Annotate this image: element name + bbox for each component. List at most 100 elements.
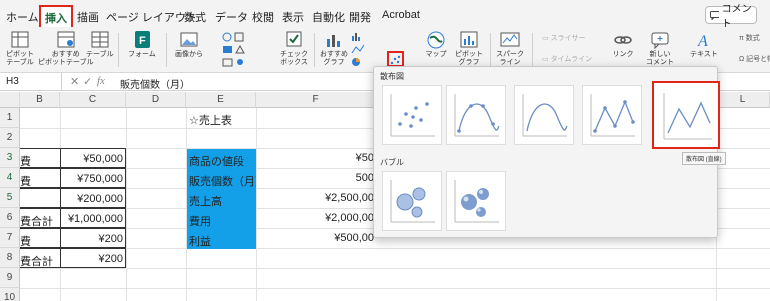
scatter-option-straight-lines[interactable] <box>652 81 720 149</box>
row-header-7[interactable]: 7 <box>0 228 20 248</box>
svg-text:F: F <box>139 35 146 47</box>
scatter-chart-dropdown[interactable] <box>387 51 404 67</box>
slicer-button[interactable]: ▭ スライサー <box>542 33 586 43</box>
cell-e5[interactable]: 売上高 <box>187 189 256 209</box>
ribbon-separator <box>118 33 119 67</box>
name-box[interactable]: H3 <box>0 73 62 91</box>
cell-b5[interactable] <box>20 188 61 208</box>
text-icon: A <box>697 33 708 50</box>
cell-c5[interactable]: ¥200,000 <box>60 188 126 208</box>
timeline-label: タイムライン <box>550 56 593 63</box>
tab-view[interactable]: 表示 <box>282 9 304 25</box>
link-icon <box>614 36 632 44</box>
checkbox-button[interactable]: チェック ボックス <box>280 30 308 67</box>
svg-text:A: A <box>697 33 708 50</box>
formula-value[interactable]: 販売個数（月） <box>120 76 190 91</box>
column-header-b[interactable]: B <box>20 92 60 108</box>
tab-review[interactable]: 校閲 <box>252 9 274 25</box>
pivot-chart-button[interactable]: ピボット グラフ <box>455 30 483 67</box>
column-header-d[interactable]: D <box>126 92 186 108</box>
cell-b7[interactable]: 費 <box>20 228 61 248</box>
cell-f7[interactable]: ¥500,00 <box>256 228 376 248</box>
scatter-smooth-lines-icon <box>522 94 568 137</box>
grid-line <box>20 288 770 289</box>
row-header-9[interactable]: 9 <box>0 268 20 288</box>
cell-f5[interactable]: ¥2,500,00 <box>256 188 376 208</box>
recommended-charts-label: おすすめ グラフ <box>320 51 348 66</box>
column-header-e[interactable]: E <box>186 92 256 108</box>
table-button[interactable]: テーブル <box>86 30 114 59</box>
cell-b3[interactable]: 費 <box>20 148 61 168</box>
recommended-charts-button[interactable]: おすすめ グラフ <box>320 30 348 67</box>
text-button[interactable]: A テキスト <box>690 30 718 59</box>
tab-draw[interactable]: 描画 <box>77 9 99 25</box>
scatter-option-markers[interactable] <box>382 85 442 145</box>
ribbon-separator <box>166 33 167 67</box>
pivot-table-button[interactable]: ピボット テーブル <box>6 30 34 67</box>
grid-line <box>126 108 127 301</box>
symbol-button[interactable]: Ω 記号と特殊文字 <box>739 54 770 64</box>
comment-button[interactable]: コメント <box>705 4 757 30</box>
cell-f3[interactable]: ¥50 <box>256 148 376 168</box>
maps-button[interactable]: マップ <box>425 30 447 59</box>
row-header-5[interactable]: 5 <box>0 188 20 208</box>
column-header-f[interactable]: F <box>256 92 376 108</box>
cell-c4[interactable]: ¥750,000 <box>60 168 126 188</box>
cell-e1[interactable]: ☆売上表 <box>189 108 269 128</box>
select-all-corner[interactable] <box>0 92 20 108</box>
column-header-l[interactable]: L <box>716 92 770 108</box>
cell-f4[interactable]: 500 <box>256 168 376 188</box>
tab-developer[interactable]: 開発 <box>349 9 371 25</box>
link-label: リンク <box>612 51 634 58</box>
image-button[interactable]: 画像から <box>175 30 203 59</box>
ribbon-separator <box>532 33 533 67</box>
bubble-3d-icon <box>454 180 499 223</box>
cell-b8[interactable]: 費合計 <box>20 248 61 268</box>
row-header-10[interactable]: 10 <box>0 288 20 301</box>
scatter-option-smooth-markers[interactable] <box>446 85 506 145</box>
cell-e3[interactable]: 商品の値段 <box>187 149 256 169</box>
forms-icon: F <box>134 31 150 48</box>
row-header-1[interactable]: 1 <box>0 108 20 128</box>
cell-c8[interactable]: ¥200 <box>60 248 126 268</box>
forms-button[interactable]: F フォーム <box>128 30 156 59</box>
checkbox-label: チェック ボックス <box>280 51 308 66</box>
sparklines-button[interactable]: スパーク ライン <box>496 30 524 67</box>
row-header-6[interactable]: 6 <box>0 208 20 228</box>
tab-data[interactable]: データ <box>215 9 248 25</box>
text-label: テキスト <box>690 51 718 58</box>
grid-line <box>20 268 770 269</box>
cell-b4[interactable]: 費 <box>20 168 61 188</box>
column-header-c[interactable]: C <box>60 92 126 108</box>
row-header-8[interactable]: 8 <box>0 248 20 268</box>
cell-e6[interactable]: 費用 <box>187 209 256 229</box>
equation-button[interactable]: π 数式 <box>739 33 760 43</box>
bubble-3d-option[interactable] <box>446 171 506 231</box>
row-header-4[interactable]: 4 <box>0 168 20 188</box>
scatter-chart-icon <box>390 55 401 65</box>
scatter-option-straight-markers[interactable] <box>582 85 642 145</box>
link-button[interactable]: リンク <box>612 30 634 59</box>
confirm-icon[interactable]: ✓ <box>83 75 92 88</box>
chart-type-icons[interactable] <box>350 31 380 69</box>
scatter-option-smooth-lines[interactable] <box>514 85 574 145</box>
cell-e4[interactable]: 販売個数（月） <box>187 169 256 189</box>
cell-c6[interactable]: ¥1,000,000 <box>60 208 126 228</box>
cell-c7[interactable]: ¥200 <box>60 228 126 248</box>
insert-function-icon[interactable]: fx <box>97 75 105 87</box>
new-comment-button[interactable]: 新しい コメント <box>646 30 674 67</box>
timeline-button[interactable]: ▭ タイムライン <box>542 54 592 64</box>
tab-acrobat[interactable]: Acrobat <box>382 9 420 21</box>
cell-c3[interactable]: ¥50,000 <box>60 148 126 168</box>
cell-e7[interactable]: 利益 <box>187 229 256 249</box>
cell-b6[interactable]: 費合計 <box>20 208 61 228</box>
cancel-icon[interactable]: ✕ <box>70 75 79 88</box>
shapes-icons[interactable] <box>220 31 260 69</box>
row-header-3[interactable]: 3 <box>0 148 20 168</box>
tab-automate[interactable]: 自動化 <box>312 9 345 25</box>
bubble-option[interactable] <box>382 171 442 231</box>
cell-f6[interactable]: ¥2,000,00 <box>256 208 376 228</box>
tab-home[interactable]: ホーム <box>6 9 39 25</box>
row-header-2[interactable]: 2 <box>0 128 20 148</box>
tab-formulas[interactable]: 数式 <box>184 9 206 25</box>
